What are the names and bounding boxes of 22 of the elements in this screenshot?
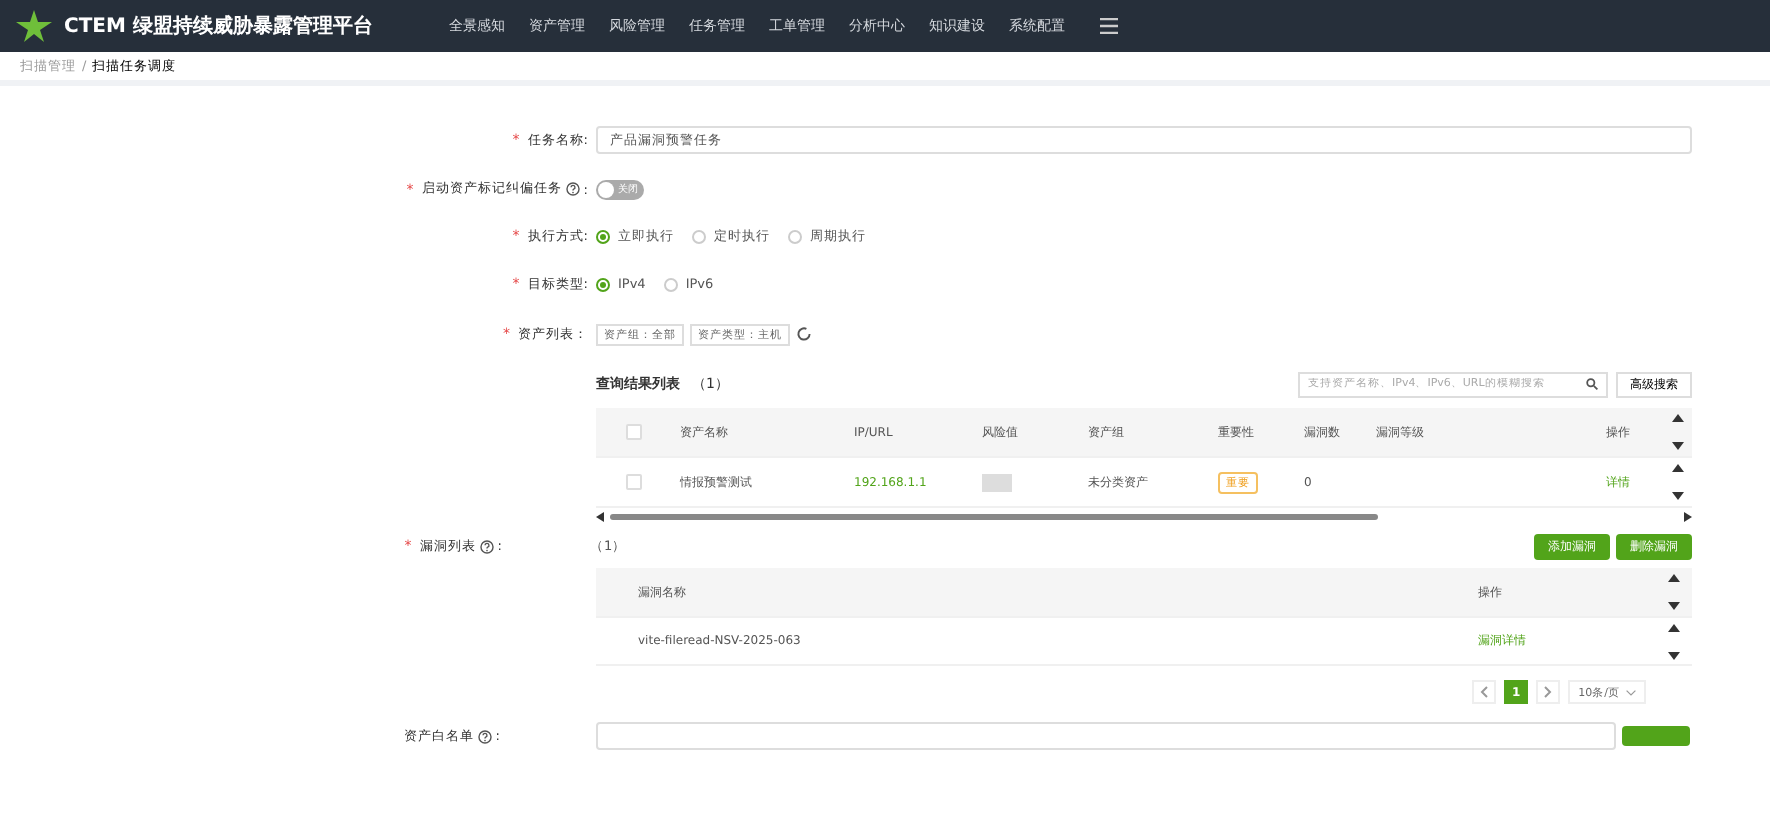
menu-icon[interactable] — [1100, 18, 1119, 34]
scroll-arrows-icon[interactable] — [1668, 621, 1680, 661]
search-icon[interactable] — [1586, 378, 1598, 390]
scroll-left-icon[interactable] — [596, 511, 604, 521]
select-all-checkbox[interactable] — [626, 424, 642, 440]
risk-bar — [982, 473, 1012, 491]
chevron-down-icon — [1626, 689, 1636, 695]
row-checkbox[interactable] — [626, 474, 642, 490]
scroll-right-icon[interactable] — [1684, 511, 1692, 521]
scrollbar-thumb[interactable] — [610, 513, 1379, 519]
chevron-right-icon — [1544, 686, 1553, 698]
scroll-arrows-icon[interactable] — [1672, 462, 1684, 502]
app-title: CTEM 绿盟持续威胁暴露管理平台 — [64, 13, 373, 40]
whitelist-field[interactable] — [596, 722, 1616, 750]
help-icon — [479, 539, 494, 553]
logo-icon — [16, 10, 52, 42]
refresh-icon[interactable] — [796, 326, 812, 342]
scroll-arrows-icon[interactable] — [1668, 572, 1680, 612]
help-icon — [565, 182, 580, 196]
help-icon — [477, 729, 492, 743]
chevron-left-icon — [1480, 686, 1489, 698]
scroll-arrows-icon[interactable] — [1672, 412, 1684, 452]
